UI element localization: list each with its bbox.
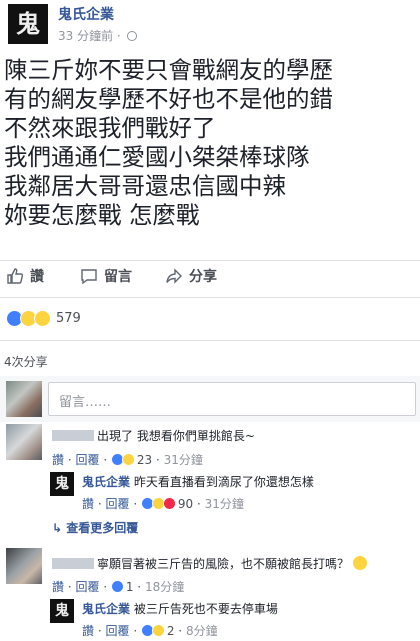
comment-button[interactable]: 留言	[80, 266, 132, 286]
haha-reaction-icon	[152, 624, 165, 637]
love-reaction-icon	[163, 497, 176, 510]
commenter-avatar[interactable]	[6, 548, 42, 584]
reply-like-link[interactable]: 讚	[82, 624, 94, 638]
separator: ·	[133, 497, 138, 511]
page-name-link[interactable]: 鬼氏企業	[58, 4, 114, 24]
reply-actions: 讚 · 回覆 · 2 · 8分鐘	[82, 624, 218, 638]
divider	[0, 260, 420, 261]
comment: 寧願冒著被三斤告的風險，也不願被館長打嗎？ 讚 · 回覆 · 1 · 18分鐘	[6, 548, 416, 596]
comment-time[interactable]: 31分鐘	[164, 453, 203, 467]
comment-like-link[interactable]: 讚	[52, 580, 64, 594]
reply-actions: 讚 · 回覆 · 90 · 31分鐘	[82, 497, 244, 511]
reaction-count: 579	[56, 310, 81, 326]
share-label: 分享	[189, 269, 217, 285]
comment-reply-link[interactable]: 回覆	[76, 580, 100, 594]
separator: ·	[67, 453, 72, 467]
share-count-link[interactable]: 4次分享	[4, 353, 48, 370]
post-time[interactable]: 33 分鐘前 ·	[58, 29, 121, 43]
comment-label: 留言	[104, 269, 132, 285]
commenter-avatar[interactable]	[6, 424, 42, 460]
reply-time[interactable]: 8分鐘	[186, 624, 218, 638]
comment-text: 出現了 我想看你們單挑館長~	[97, 429, 255, 443]
post-body: 陳三斤妳不要只會戰網友的學歷 有的網友學歷不好也不是他的錯 不然來跟我們戰好了 …	[4, 56, 416, 230]
comment-composer: 留言……	[0, 376, 420, 422]
comment-time[interactable]: 18分鐘	[145, 580, 184, 594]
divider	[0, 297, 420, 298]
comment-reaction-count[interactable]: 1	[126, 580, 134, 594]
separator: ·	[67, 580, 72, 594]
user-avatar	[6, 381, 42, 417]
comment-input[interactable]: 留言……	[48, 382, 416, 416]
like-label: 讚	[30, 269, 44, 285]
reply-text: 昨天看直播看到滴尿了你還想怎樣	[133, 475, 314, 489]
grin-emoji-icon	[352, 556, 367, 570]
blurred-name	[52, 430, 94, 441]
reply-reply-link[interactable]: 回覆	[106, 624, 130, 638]
globe-icon	[126, 31, 137, 41]
reply-like-link[interactable]: 讚	[82, 497, 94, 511]
comment-body: 出現了 我想看你們單挑館長~	[52, 428, 255, 444]
separator: ·	[103, 453, 108, 467]
post-text-line: 不然來跟我們戰好了	[4, 114, 216, 142]
share-arrow-icon	[166, 268, 182, 284]
comment-reply-link[interactable]: 回覆	[76, 453, 100, 467]
reply-reaction-count[interactable]: 90	[178, 497, 193, 511]
separator: ·	[97, 497, 102, 511]
reply-author[interactable]: 鬼氏企業	[82, 602, 130, 616]
comment-body: 寧願冒著被三斤告的風險，也不願被館長打嗎？	[52, 556, 367, 572]
page-avatar[interactable]: 鬼	[50, 599, 74, 623]
comment-actions: 讚 · 回覆 · 23 · 31分鐘	[52, 453, 203, 467]
reply-time[interactable]: 31分鐘	[205, 497, 244, 511]
reply-author[interactable]: 鬼氏企業	[82, 475, 130, 489]
separator: ·	[97, 624, 102, 638]
thumbs-up-icon	[7, 268, 24, 284]
page-avatar[interactable]: 鬼	[8, 4, 48, 44]
post-text-line: 我鄰居大哥哥還忠信國中辣	[4, 172, 286, 200]
separator: ·	[103, 580, 108, 594]
share-button[interactable]: 分享	[165, 266, 217, 286]
post-text-line: 我們通通仁愛國小桀桀棒球隊	[4, 143, 310, 171]
comment-actions: 讚 · 回覆 · 1 · 18分鐘	[52, 580, 185, 594]
post-header: 鬼 鬼氏企業 33 分鐘前 ·	[0, 0, 420, 52]
reply-body: 鬼氏企業 被三斤告死也不要去停車場	[82, 601, 278, 617]
reply-text: 被三斤告死也不要去停車場	[133, 602, 278, 616]
view-more-replies-link[interactable]: ↳ 查看更多回覆	[52, 519, 138, 536]
sad-reaction-icon	[34, 309, 51, 327]
blurred-name	[52, 558, 94, 569]
page-avatar[interactable]: 鬼	[50, 472, 74, 496]
post-text-line: 有的網友學歷不好也不是他的錯	[4, 85, 333, 113]
comment-reaction-count[interactable]: 23	[137, 453, 152, 467]
action-bar: 讚 留言 分享	[0, 262, 420, 294]
comment-like-link[interactable]: 讚	[52, 453, 64, 467]
post-text-line: 妳要怎麼戰 怎麼戰	[4, 201, 200, 229]
post-text-line: 陳三斤妳不要只會戰網友的學歷	[4, 56, 333, 84]
like-button[interactable]: 讚	[6, 266, 44, 286]
post-meta: 33 分鐘前 ·	[58, 27, 137, 44]
divider	[0, 340, 420, 341]
reply: 鬼 鬼氏企業 昨天看直播看到滴尿了你還想怎樣 讚 · 回覆 · 90 · 31分…	[50, 472, 416, 516]
reply-reaction-count[interactable]: 2	[167, 624, 175, 638]
reply-body: 鬼氏企業 昨天看直播看到滴尿了你還想怎樣	[82, 474, 314, 490]
haha-reaction-icon	[122, 453, 135, 466]
reply-reply-link[interactable]: 回覆	[106, 497, 130, 511]
reply: 鬼 鬼氏企業 被三斤告死也不要去停車場 讚 · 回覆 · 2 · 8分鐘	[50, 599, 416, 641]
separator: ·	[133, 624, 138, 638]
like-reaction-icon	[111, 580, 124, 593]
reactions-summary[interactable]: 579	[6, 306, 81, 330]
comment-text: 寧願冒著被三斤告的風險，也不願被館長打嗎？	[97, 557, 350, 571]
comment-bubble-icon	[81, 269, 97, 285]
